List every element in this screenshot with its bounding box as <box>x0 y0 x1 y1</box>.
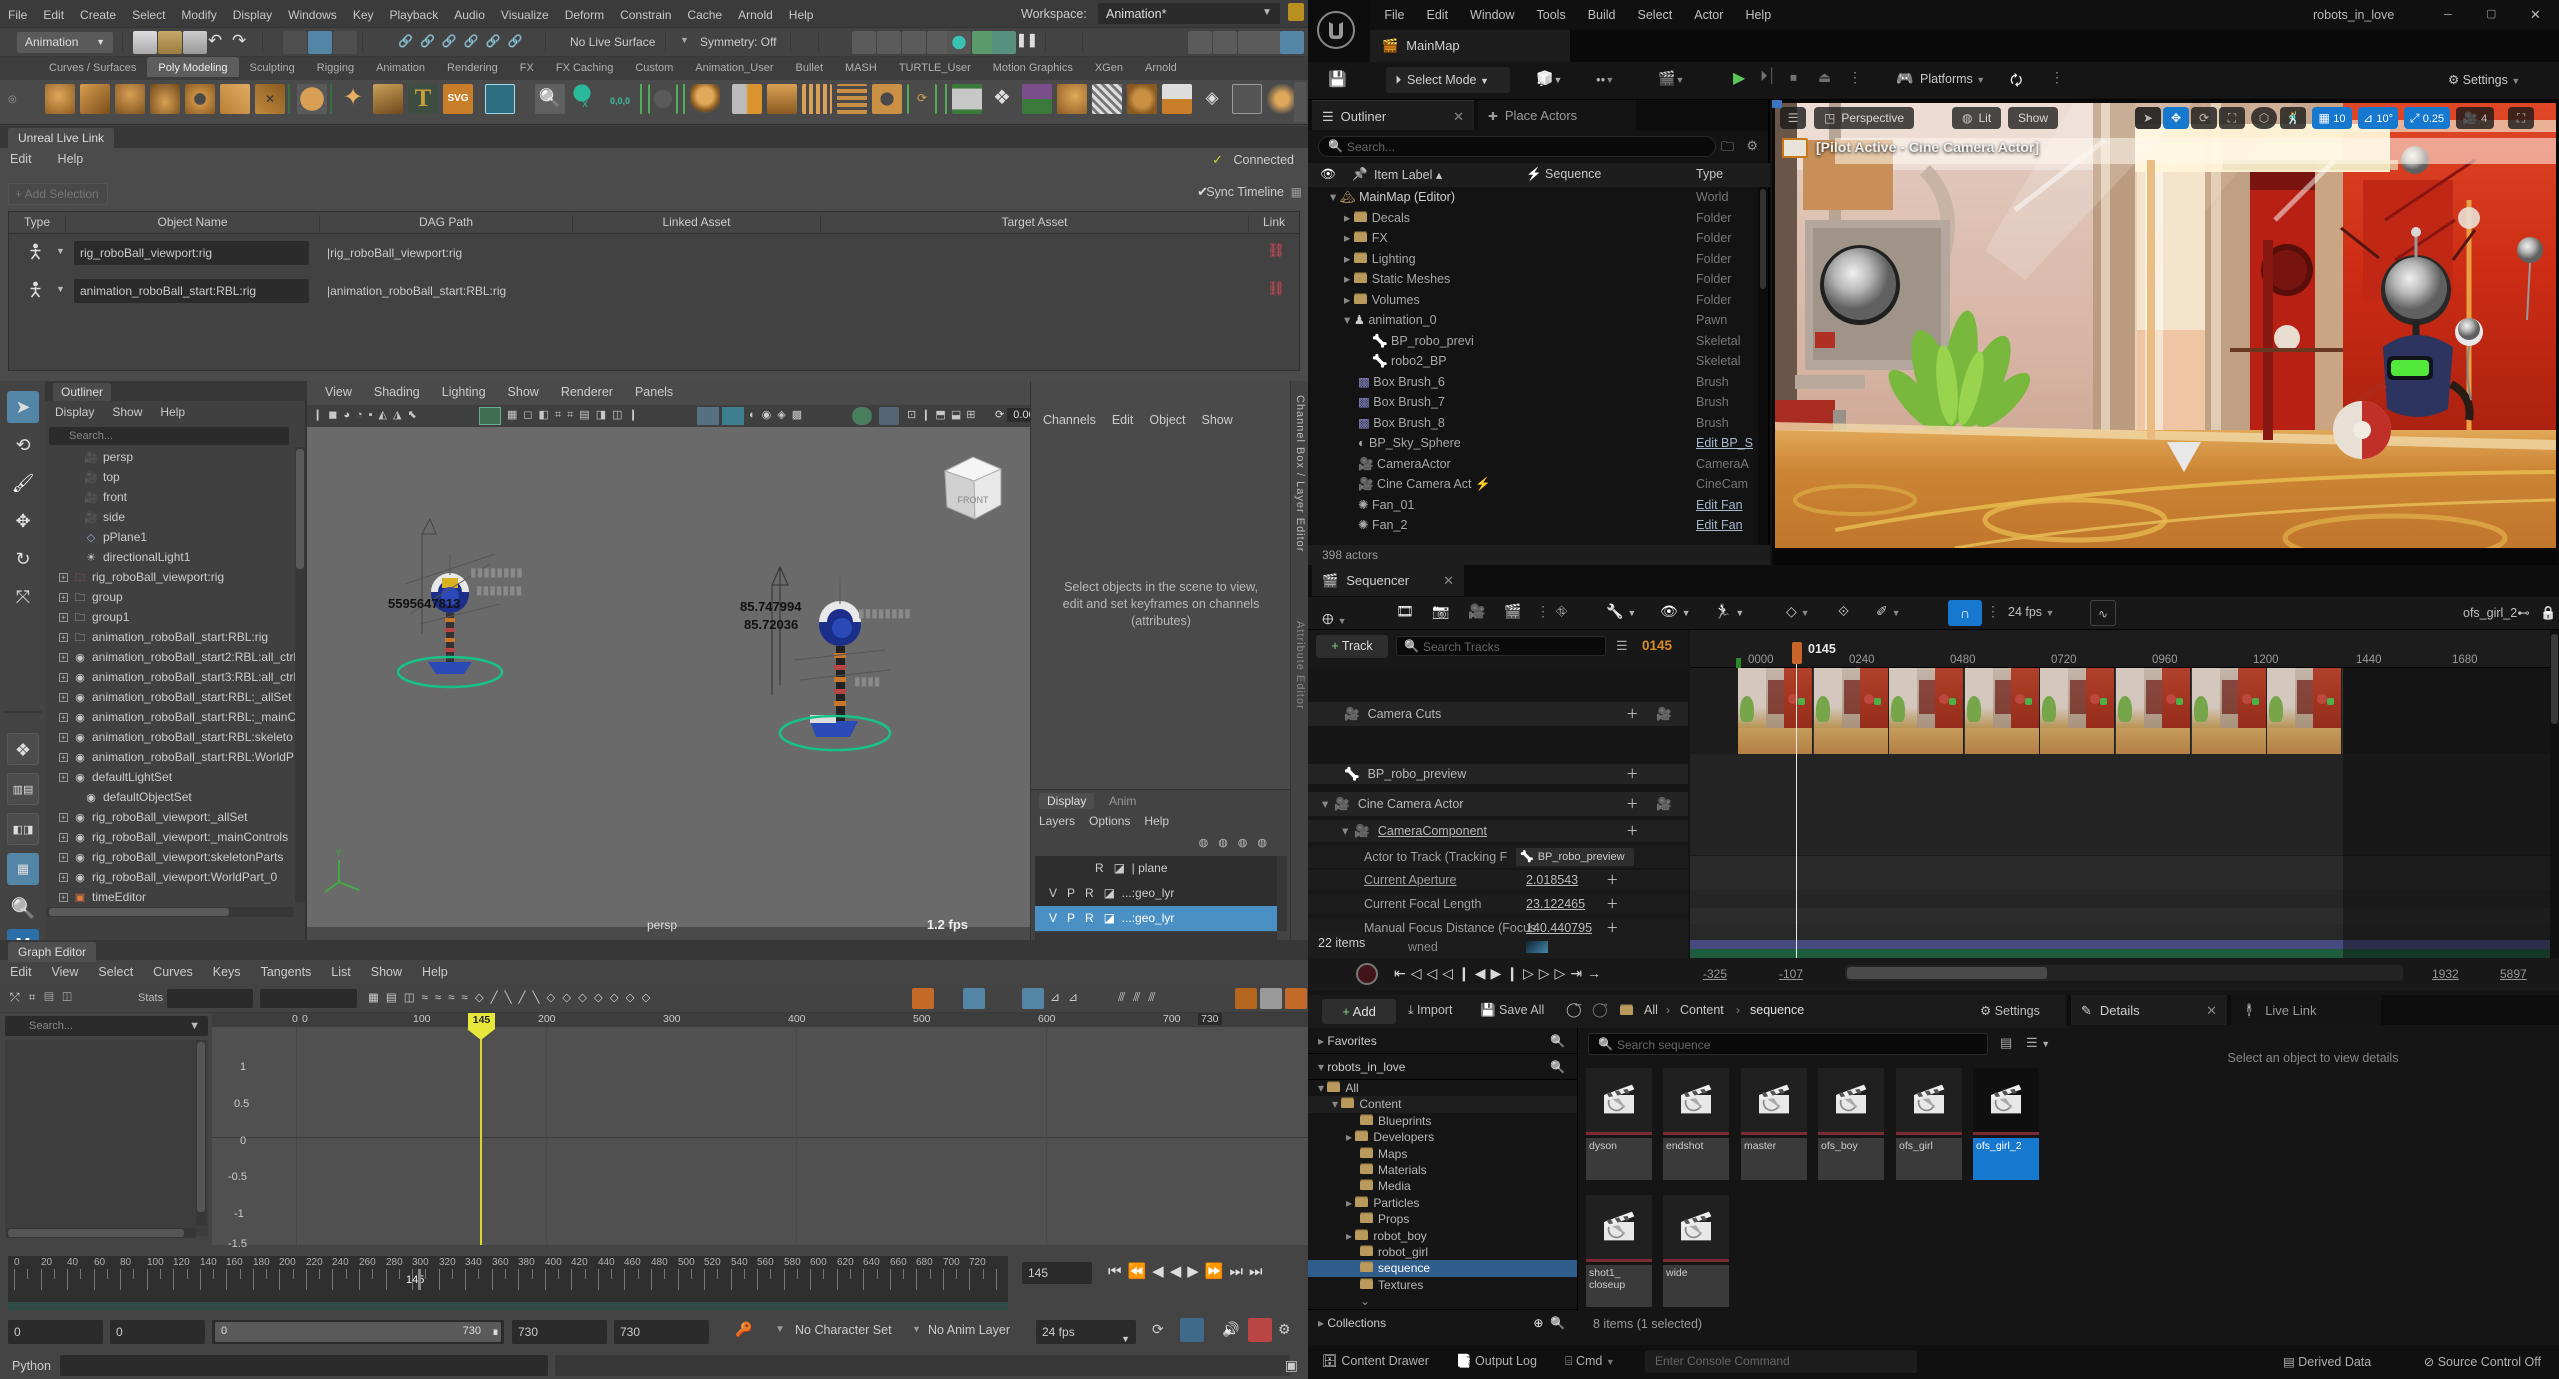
svg-text:Y: Y <box>335 848 342 859</box>
svg-text:85.747994: 85.747994 <box>740 599 802 614</box>
svg-text:5595647813: 5595647813 <box>388 596 460 611</box>
svg-text:FRONT: FRONT <box>958 495 989 505</box>
svg-text:▮▮▮▮▮▮▮▮: ▮▮▮▮▮▮▮▮ <box>858 606 911 620</box>
svg-text:▮▮▮▮▮▮▮: ▮▮▮▮▮▮▮ <box>476 583 522 597</box>
svg-text:▮▮▮▮: ▮▮▮▮ <box>854 674 880 688</box>
svg-text:▮▮▮▮▮▮▮▮: ▮▮▮▮▮▮▮▮ <box>470 565 523 579</box>
svg-text:85.72036: 85.72036 <box>744 617 798 632</box>
